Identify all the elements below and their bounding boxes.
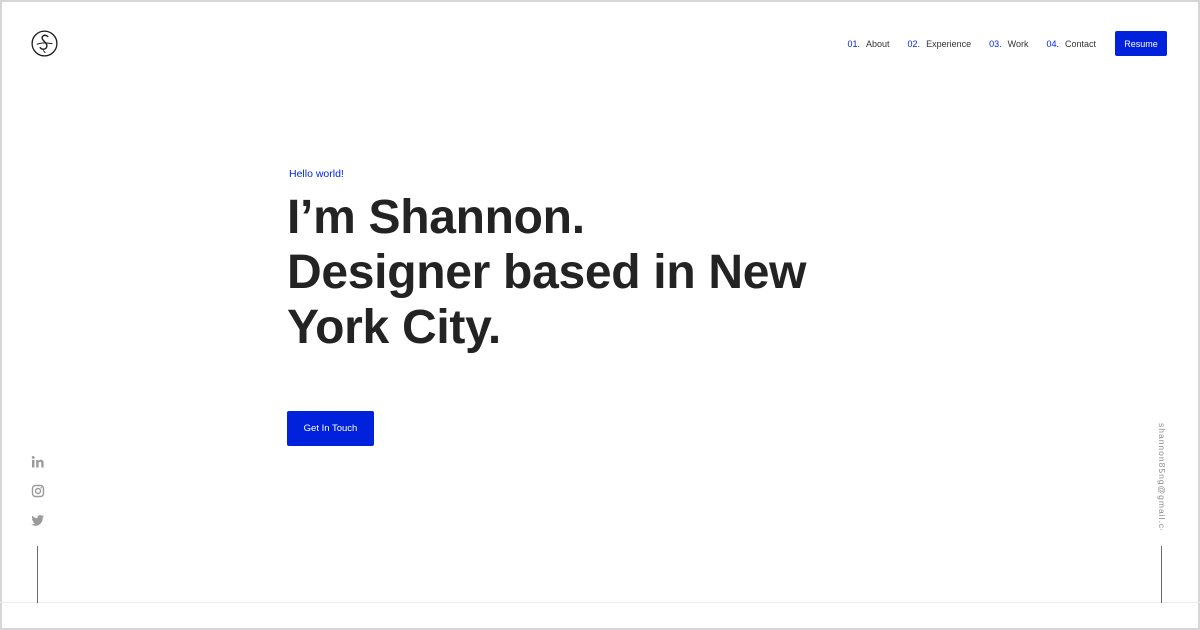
nav-item-label: About xyxy=(866,38,890,49)
resume-button[interactable]: Resume xyxy=(1115,31,1167,56)
nav-item-contact[interactable]: 04. Contact xyxy=(1046,39,1096,49)
linkedin-link[interactable] xyxy=(31,455,45,469)
nav-item-label: Contact xyxy=(1064,38,1096,49)
page-bottom-edge xyxy=(0,602,1200,630)
get-in-touch-button[interactable]: Get In Touch xyxy=(287,411,374,446)
twitter-icon xyxy=(31,515,44,526)
hero-title: I’m Shannon. Designer based in New York … xyxy=(287,190,887,355)
signature-s-logo-icon xyxy=(31,30,58,57)
nav-item-experience[interactable]: 02. Experience xyxy=(908,39,972,49)
nav-item-label: Experience xyxy=(926,38,972,49)
email-divider-line xyxy=(1161,546,1162,603)
nav-item-number: 03. xyxy=(989,38,1002,49)
instagram-link[interactable] xyxy=(31,484,45,498)
email-link[interactable]: shannon85ng@gmail.com xyxy=(1155,423,1167,530)
linkedin-icon xyxy=(31,456,44,468)
nav-item-work[interactable]: 03. Work xyxy=(989,39,1028,49)
hero-title-line: York City. xyxy=(287,301,501,354)
nav-item-number: 04. xyxy=(1046,38,1059,49)
logo-link[interactable] xyxy=(31,30,58,57)
main-nav: 01. About 02. Experience 03. Work 04. Co… xyxy=(848,31,1167,56)
nav-item-number: 02. xyxy=(907,38,921,49)
instagram-icon xyxy=(31,484,45,498)
hero-greeting: Hello world! xyxy=(289,168,344,180)
social-divider-line xyxy=(37,546,38,603)
hero-title-line: I’m Shannon. xyxy=(287,191,585,244)
nav-item-number: 01. xyxy=(847,38,861,49)
twitter-link[interactable] xyxy=(31,513,45,527)
nav-item-label: Work xyxy=(1007,38,1029,49)
hero-title-line: Designer based in New xyxy=(287,246,807,299)
nav-item-about[interactable]: 01. About xyxy=(848,39,890,49)
